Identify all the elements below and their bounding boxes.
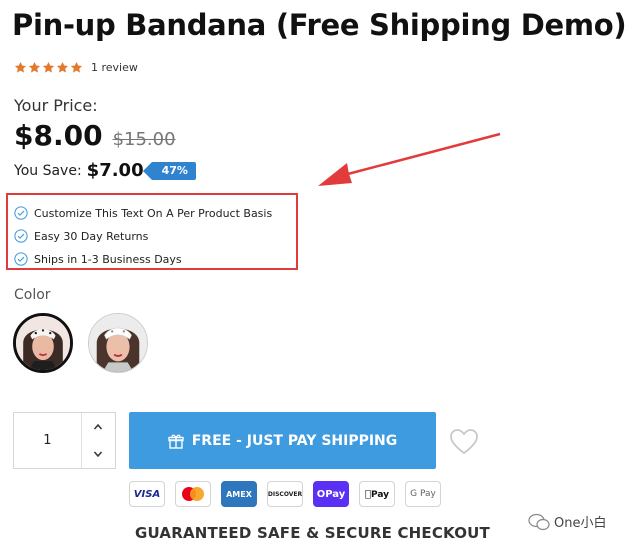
feature-text: Easy 30 Day Returns [34,229,149,243]
watermark: One小白 [528,512,606,531]
quantity-decrease-button[interactable] [82,441,115,469]
check-circle-icon [14,252,28,266]
heart-icon[interactable] [449,428,479,456]
star-icon [70,61,83,73]
opay-label: OPay [316,488,346,500]
gift-icon [168,434,184,449]
star-icon [42,61,55,73]
google-pay-label: G Pay [410,489,436,499]
feature-item: Easy 30 Day Returns [14,229,148,243]
star-icon [28,61,41,73]
visa-icon: VISA [129,481,165,507]
annotation-arrow [318,132,501,186]
sale-price: $8.00 [14,119,103,152]
features-highlight-box: Customize This Text On A Per Product Bas… [6,193,298,270]
your-price-label: Your Price: [14,96,98,115]
swatch-thumbnail [89,314,147,372]
discover-label: DISCOVER [267,490,303,498]
savings-row: You Save: $7.00 47% [14,160,196,181]
opay-icon: OPay [313,481,349,507]
check-circle-icon [14,206,28,220]
amex-icon: AMEX [221,481,257,507]
google-pay-icon: G Pay [405,481,441,507]
compare-price: $15.00 [112,129,176,150]
star-icon [56,61,69,73]
discover-icon: DISCOVER [267,481,303,507]
apple-pay-label: Pay [367,489,389,500]
check-circle-icon [14,229,28,243]
discount-badge: 47% [142,161,196,180]
color-swatch-variant-2[interactable] [88,313,148,373]
apple-pay-icon: Pay [359,481,395,507]
star-icon [14,61,27,73]
visa-label: VISA [133,488,161,500]
price-row: $8.00 $15.00 [14,119,176,152]
feature-text: Ships in 1-3 Business Days [34,252,182,266]
cta-label: FREE - JUST PAY SHIPPING [191,432,398,449]
rating[interactable]: 1 review [14,61,138,74]
amex-label: AMEX [226,489,252,499]
feature-text: Customize This Text On A Per Product Bas… [34,206,273,220]
watermark-text: One小白 [554,516,607,531]
chevron-up-icon [94,423,103,430]
feature-item: Customize This Text On A Per Product Bas… [14,206,272,220]
product-title: Pin-up Bandana (Free Shipping Demo) [12,8,627,42]
add-to-cart-button[interactable]: FREE - JUST PAY SHIPPING [129,412,436,469]
color-swatch-variant-1[interactable] [13,313,73,373]
chevron-down-icon [94,451,103,458]
feature-item: Ships in 1-3 Business Days [14,252,182,266]
swatch-thumbnail [16,316,70,370]
save-label: You Save: [14,162,82,179]
secure-checkout-text: GUARANTEED SAFE & SECURE CHECKOUT [135,524,490,542]
color-option-label: Color [14,287,51,303]
star-rating [14,61,83,74]
payment-methods: VISA AMEX DISCOVER OPay Pay G Pay [129,481,441,507]
quantity-stepper[interactable]: 1 [13,412,116,469]
save-amount: $7.00 [86,160,144,181]
review-count-link[interactable]: 1 review [91,61,138,74]
quantity-controls [80,413,115,469]
quantity-increase-button[interactable] [82,413,115,441]
mastercard-icon [175,481,211,507]
quantity-input[interactable]: 1 [14,413,81,468]
wechat-icon [528,513,550,530]
